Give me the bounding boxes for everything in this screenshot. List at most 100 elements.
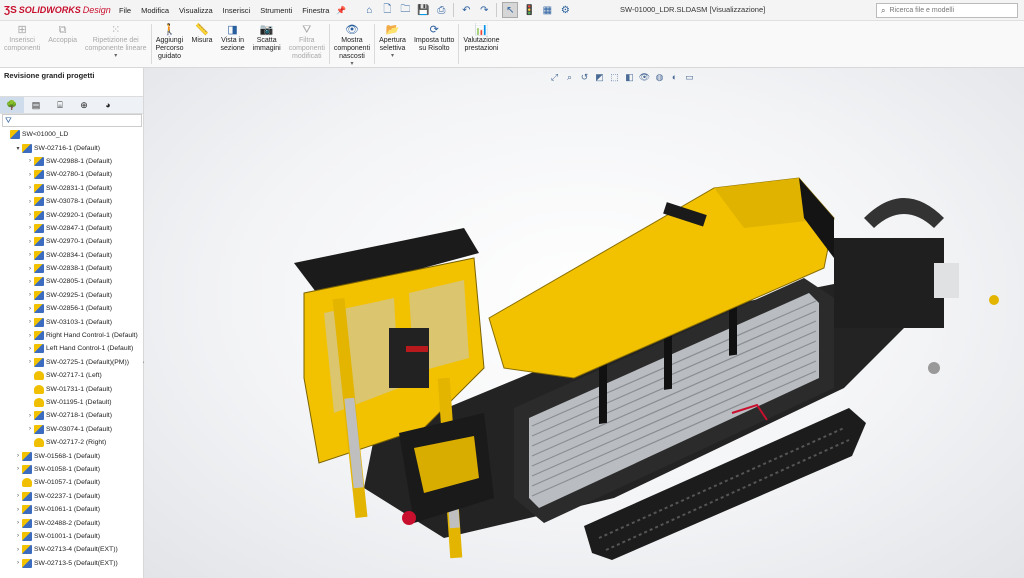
tree-item[interactable]: › SW-02970-1 (Default) [0,235,143,248]
expand-arrow-icon[interactable]: › [26,225,34,231]
tree-item[interactable]: › SW-02780-1 (Default) [0,168,143,181]
expand-arrow-icon[interactable]: › [26,172,34,178]
menu-inserisci[interactable]: Inserisci [218,6,256,15]
print-icon[interactable]: ⎙ [434,3,448,17]
undo-icon[interactable]: ↶ [459,3,473,17]
tree-item[interactable]: › SW-02925-1 (Default) [0,289,143,302]
configuration-icon[interactable]: ⌸ [48,97,72,113]
expand-arrow-icon[interactable]: › [26,158,34,164]
new-document-icon[interactable]: 🗋 [380,3,394,17]
tree-item[interactable]: › SW-02718-1 (Default) [0,409,143,422]
expand-arrow-icon[interactable]: › [26,413,34,419]
expand-arrow-icon[interactable]: › [26,292,34,298]
snapshot-button[interactable]: 📷 Scatta immagini [249,21,285,67]
tree-item[interactable]: › SW-02237-1 (Default) [0,490,143,503]
expand-arrow-icon[interactable]: › [26,266,34,272]
tree-item[interactable]: SW-01057-1 (Default) [0,476,143,489]
save-icon[interactable]: 💾 [416,3,430,17]
expand-arrow-icon[interactable]: › [26,306,34,312]
expand-arrow-icon[interactable]: › [26,252,34,258]
redo-icon[interactable]: ↷ [477,3,491,17]
insert-components-button[interactable]: ⊞ Inserisci componenti [0,21,44,67]
select-arrow-icon[interactable]: ↖ [502,2,519,18]
home-icon[interactable]: ⌂ [362,3,376,17]
tree-item[interactable]: SW<01000_LD [0,128,143,141]
expand-arrow-icon[interactable]: › [14,453,22,459]
tree-item[interactable]: › SW-02713-4 (Default(EXT)) [0,543,143,556]
filter-modified-button[interactable]: ⛛ Filtra componenti modificati [285,21,329,67]
tree-item[interactable]: › SW-01568-1 (Default) [0,449,143,462]
expand-arrow-icon[interactable]: › [26,279,34,285]
set-resolved-button[interactable]: ⟳ Imposta tutto su Risolto [410,21,458,67]
expand-arrow-icon[interactable]: › [26,185,34,191]
tree-item[interactable]: › SW-03078-1 (Default) [0,195,143,208]
expand-arrow-icon[interactable]: › [26,212,34,218]
tree-item[interactable]: › SW-02920-1 (Default) [0,208,143,221]
traffic-light-icon[interactable]: 🚦 [522,3,536,17]
tree-item[interactable]: › SW-01058-1 (Default) [0,463,143,476]
tree-item[interactable]: › SW-03103-1 (Default) [0,315,143,328]
chevron-down-icon[interactable]: ▾ [114,53,117,60]
mate-button[interactable]: ⧉ Accoppia [44,21,81,67]
dimxpert-icon[interactable]: ⊕ [72,97,96,113]
solidworks-logo[interactable]: ƷS SOLIDWORKS Design [4,5,114,16]
collapse-arrow-icon[interactable]: ▾ [14,145,22,152]
expand-arrow-icon[interactable]: › [26,359,34,365]
menu-file[interactable]: File [114,6,136,15]
search-box[interactable]: ⌕ Ricerca file e modelli [876,3,1018,18]
expand-arrow-icon[interactable]: › [14,560,22,566]
tree-item[interactable]: ▾ SW-02716-1 (Default) [0,141,143,154]
tree-item[interactable]: › SW-02834-1 (Default) [0,249,143,262]
tree-item[interactable]: › SW-02988-1 (Default) [0,155,143,168]
tree-item[interactable]: SW-02717-2 (Right) [0,436,143,449]
graphics-area[interactable]: ⤢ ⌕ ↺ ◩ ⬚ ◧ 👁 ◍ ◐ ▭ [144,68,1024,578]
expand-arrow-icon[interactable]: › [14,507,22,513]
tree-item[interactable]: SW-01195-1 (Default) [0,396,143,409]
tree-item[interactable]: › SW-02713-5 (Default(EXT)) [0,557,143,570]
expand-arrow-icon[interactable]: › [26,319,34,325]
menu-visualizza[interactable]: Visualizza [174,6,218,15]
tree-item[interactable]: › SW-01001-1 (Default) [0,530,143,543]
performance-button[interactable]: 📊 Valutazione prestazioni [459,21,503,67]
feature-tree-icon[interactable]: 🌳 [0,97,24,113]
tree-item[interactable]: › SW-02725-1 (Default)(PM)) [0,356,143,369]
tree-item[interactable]: › SW-02838-1 (Default) [0,262,143,275]
tree-filter[interactable]: ⛛ [2,114,142,127]
show-hidden-button[interactable]: 👁 Mostra componenti nascosti ▾ [330,21,374,67]
tree-item[interactable]: › SW-02805-1 (Default) [0,275,143,288]
chevron-down-icon[interactable]: ▾ [391,53,394,60]
linear-pattern-button[interactable]: ⁙ Ripetizione dei componente lineare ▾ [81,21,151,67]
expand-arrow-icon[interactable]: › [26,426,34,432]
tree-item[interactable]: › SW-03074-1 (Default) [0,423,143,436]
options-gear-icon[interactable]: ⚙ [558,3,572,17]
menu-strumenti[interactable]: Strumenti [255,6,297,15]
menu-finestra[interactable]: Finestra [297,6,334,15]
open-folder-icon[interactable]: 🗀 [398,3,412,17]
menu-modifica[interactable]: Modifica [136,6,174,15]
tree-item[interactable]: SW-02717-1 (Left) [0,369,143,382]
pin-menu-icon[interactable]: 📌 [336,6,346,15]
expand-arrow-icon[interactable]: › [14,466,22,472]
display-manager-icon[interactable]: ◕ [96,97,120,113]
expand-arrow-icon[interactable]: › [26,346,34,352]
tree-item[interactable]: SW-01731-1 (Default) [0,382,143,395]
expand-arrow-icon[interactable]: › [14,547,22,553]
drill-rig-model[interactable] [144,68,1024,578]
section-view-button[interactable]: ◨ Vista in sezione [217,21,249,67]
tree-item[interactable]: › SW-02831-1 (Default) [0,182,143,195]
file-properties-icon[interactable]: ▦ [540,3,554,17]
measure-button[interactable]: 📏 Misura [188,21,217,67]
walkthrough-button[interactable]: 🚶 Aggiungi Percorso guidato [152,21,188,67]
expand-arrow-icon[interactable]: › [14,533,22,539]
expand-arrow-icon[interactable]: › [14,493,22,499]
property-manager-icon[interactable]: ▤ [24,97,48,113]
tree-item[interactable]: › SW-02847-1 (Default) [0,222,143,235]
tree-item[interactable]: › Right Hand Control-1 (Default) [0,329,143,342]
selective-open-button[interactable]: 📂 Apertura selettiva ▾ [375,21,410,67]
tree-item[interactable]: › Left Hand Control-1 (Default) [0,342,143,355]
tree-item[interactable]: › SW-01061-1 (Default) [0,503,143,516]
tree-item[interactable]: › SW-02488-2 (Default) [0,516,143,529]
expand-arrow-icon[interactable]: › [26,199,34,205]
chevron-down-icon[interactable]: ▾ [350,61,353,68]
expand-arrow-icon[interactable]: › [14,520,22,526]
